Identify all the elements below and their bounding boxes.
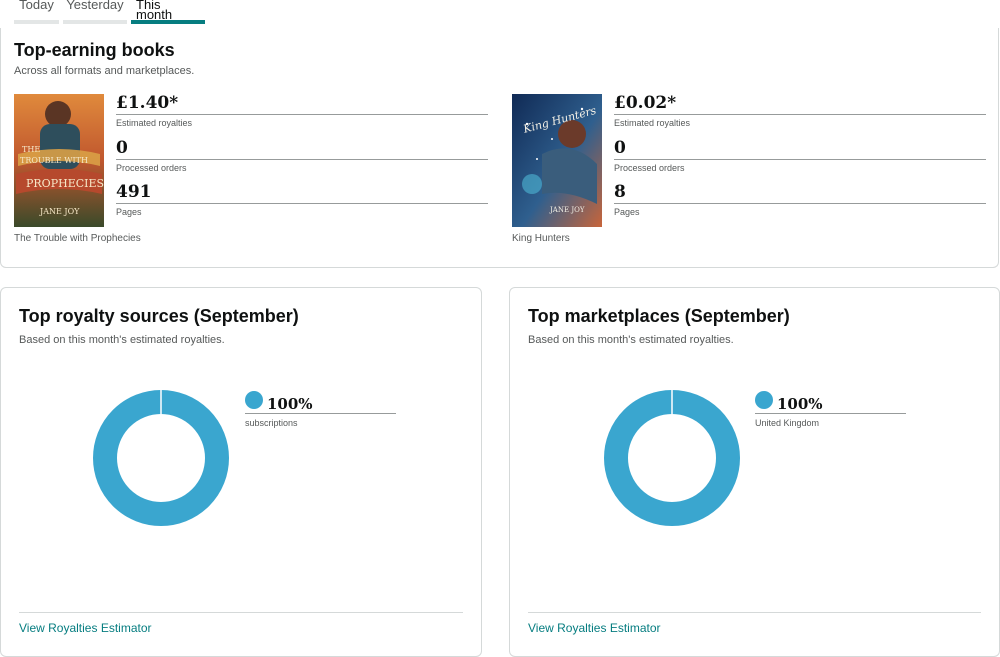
stat-label: Pages bbox=[116, 207, 142, 217]
stat-estimated-royalties: £1.40* Estimated royalties bbox=[116, 94, 488, 139]
donut-slice-subscriptions bbox=[93, 390, 229, 526]
cover-line: JANE JOY bbox=[549, 206, 585, 214]
book-stats: £1.40* Estimated royalties 0 Processed o… bbox=[116, 94, 488, 228]
legend-value: 100% bbox=[777, 395, 823, 413]
stat-value: £0.02* bbox=[614, 93, 677, 113]
top-earning-title: Top-earning books bbox=[14, 40, 175, 60]
stat-processed-orders: 0 Processed orders bbox=[614, 139, 986, 184]
stat-divider bbox=[614, 158, 986, 160]
stat-label: Estimated royalties bbox=[614, 118, 691, 128]
stat-processed-orders: 0 Processed orders bbox=[116, 139, 488, 184]
card-divider bbox=[19, 612, 463, 613]
legend-value: 100% bbox=[267, 395, 313, 413]
legend-divider bbox=[755, 413, 906, 414]
top-earning-subtitle: Across all formats and marketplaces. bbox=[14, 65, 195, 77]
cover-line: THE bbox=[22, 145, 40, 154]
legend-swatch bbox=[755, 391, 773, 409]
view-royalties-estimator-link[interactable]: View Royalties Estimator bbox=[19, 621, 152, 635]
book-title: The Trouble with Prophecies bbox=[14, 233, 141, 244]
book-title: King Hunters bbox=[512, 233, 570, 244]
legend-label: United Kingdom bbox=[755, 418, 820, 428]
marketplaces-donut-chart bbox=[604, 390, 740, 526]
book-cover-king-hunters[interactable]: King Hunters JANE JOY bbox=[512, 94, 602, 227]
royalty-sources-card: Top royalty sources (September) Based on… bbox=[0, 287, 482, 657]
view-royalties-estimator-link[interactable]: View Royalties Estimator bbox=[528, 621, 661, 635]
marketplaces-card: Top marketplaces (September) Based on th… bbox=[509, 287, 1000, 657]
cover-line: TROUBLE WITH bbox=[20, 156, 88, 165]
tab-yesterday[interactable]: Yesterday bbox=[63, 0, 127, 24]
book-cover-trouble-with-prophecies[interactable]: THE TROUBLE WITH PROPHECIES JANE JOY bbox=[14, 94, 104, 227]
date-range-tabs: Today Yesterday This month bbox=[14, 0, 205, 24]
tab-this-month[interactable]: This month bbox=[131, 0, 205, 24]
donut-slice-united-kingdom bbox=[604, 390, 740, 526]
stat-label: Pages bbox=[614, 207, 640, 217]
stat-estimated-royalties: £0.02* Estimated royalties bbox=[614, 94, 986, 139]
stat-value: 0 bbox=[614, 137, 626, 158]
royalty-sources-donut-chart bbox=[93, 390, 229, 526]
tab-today[interactable]: Today bbox=[14, 0, 59, 24]
stat-label: Processed orders bbox=[614, 162, 685, 173]
stat-value: 491 bbox=[116, 182, 152, 202]
stat-value: 8 bbox=[614, 182, 626, 202]
legend-swatch bbox=[245, 391, 263, 409]
stat-value: £1.40* bbox=[116, 93, 179, 113]
stat-label: Estimated royalties bbox=[116, 118, 193, 128]
stat-divider bbox=[116, 158, 488, 160]
book-stats: £0.02* Estimated royalties 0 Processed o… bbox=[614, 94, 986, 228]
card-subtitle: Based on this month's estimated royaltie… bbox=[19, 334, 225, 346]
stat-divider bbox=[614, 203, 986, 204]
stat-pages: 491 Pages bbox=[116, 183, 488, 228]
stat-divider bbox=[614, 114, 986, 115]
stat-divider bbox=[116, 203, 488, 204]
cover-line: JANE JOY bbox=[39, 207, 80, 216]
stat-value: 0 bbox=[116, 137, 128, 158]
card-subtitle: Based on this month's estimated royaltie… bbox=[528, 334, 734, 346]
legend-label: subscriptions bbox=[245, 418, 298, 428]
stat-pages: 8 Pages bbox=[614, 183, 986, 228]
legend-divider bbox=[245, 413, 396, 414]
card-divider bbox=[528, 612, 981, 613]
card-title: Top royalty sources (September) bbox=[19, 306, 299, 326]
stat-divider bbox=[116, 114, 488, 115]
card-title: Top marketplaces (September) bbox=[528, 306, 790, 326]
stat-label: Processed orders bbox=[116, 162, 187, 173]
cover-line: PROPHECIES bbox=[26, 177, 104, 190]
